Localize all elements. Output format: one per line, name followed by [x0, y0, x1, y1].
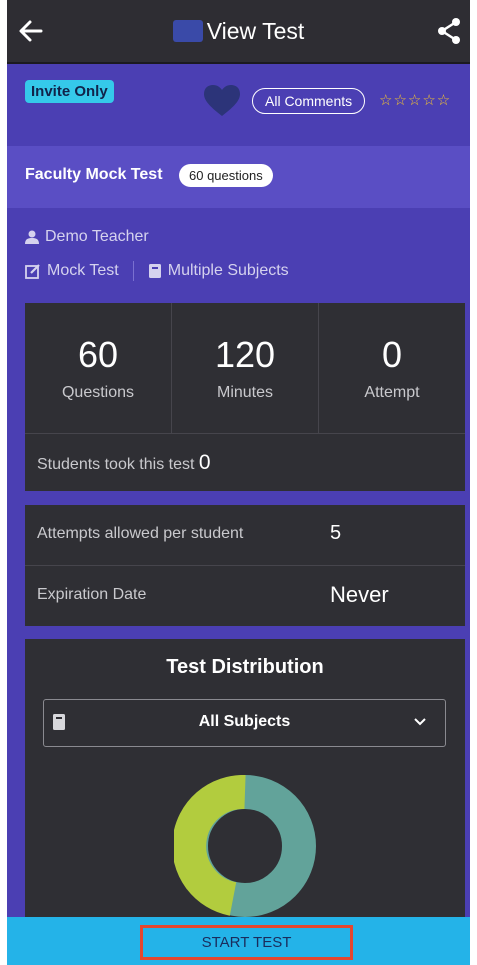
divider: [25, 433, 465, 434]
top-bar: View Test: [7, 0, 470, 64]
start-test-button[interactable]: START TEST: [140, 925, 353, 960]
app-screen: View Test Invite Only All Comments ☆☆☆☆☆…: [7, 0, 470, 965]
test-type: Mock Test: [47, 262, 119, 279]
share-icon[interactable]: [436, 17, 462, 45]
teacher-name: Demo Teacher: [45, 228, 149, 245]
test-name-row: Faculty Mock Test 60 questions: [7, 146, 470, 208]
divider: [132, 261, 134, 281]
selected-subject: All Subjects: [198, 713, 291, 730]
test-details-card: Attempts allowed per student 5 Expiratio…: [25, 505, 465, 626]
attempt-count: 0: [381, 334, 403, 375]
test-subjects: Multiple Subjects: [167, 262, 289, 279]
students-took-label: Students took this test: [37, 456, 195, 473]
rating-stars[interactable]: ☆☆☆☆☆: [379, 91, 451, 109]
subject-select[interactable]: All Subjects: [43, 699, 446, 747]
divider: [25, 565, 465, 566]
person-icon: [25, 230, 39, 244]
expiration-date-label: Expiration Date: [37, 586, 147, 603]
title-area: View Test: [7, 0, 470, 62]
minutes-label: Minutes: [216, 384, 274, 401]
students-took-row: Students took this test 0: [37, 451, 211, 475]
questions-label: Questions: [61, 384, 135, 401]
page-title: View Test: [206, 17, 305, 44]
heart-icon[interactable]: [203, 84, 241, 118]
attempts-allowed-label: Attempts allowed per student: [37, 525, 244, 542]
invite-only-badge: Invite Only: [25, 80, 114, 103]
chevron-down-icon: [414, 718, 426, 726]
distribution-donut-chart: [174, 775, 316, 917]
attempt-label: Attempt: [364, 384, 420, 401]
distribution-title: Test Distribution: [166, 656, 324, 678]
minutes-count: 120: [214, 334, 276, 375]
expiration-date-value: Never: [330, 582, 389, 607]
book-icon: [148, 264, 161, 278]
app-logo-icon: [172, 20, 203, 42]
teacher-row: Demo Teacher: [25, 228, 149, 246]
edit-icon: [25, 264, 40, 279]
test-banner: Invite Only All Comments ☆☆☆☆☆: [7, 64, 470, 146]
questions-stat: 60 Questions: [25, 303, 171, 433]
test-name: Faculty Mock Test: [25, 166, 163, 183]
test-meta-row: Mock Test Multiple Subjects: [25, 261, 289, 281]
attempt-stat: 0 Attempt: [319, 303, 465, 433]
minutes-stat: 120 Minutes: [172, 303, 318, 433]
questions-count: 60: [77, 334, 119, 375]
attempts-allowed-value: 5: [330, 522, 342, 544]
stats-card: 60 Questions 120 Minutes 0 Attempt Stude…: [25, 303, 465, 491]
all-comments-button[interactable]: All Comments: [252, 88, 366, 114]
students-took-count: 0: [198, 451, 211, 474]
question-count-pill: 60 questions: [179, 164, 273, 187]
bottom-action-bar: START TEST: [7, 917, 470, 965]
